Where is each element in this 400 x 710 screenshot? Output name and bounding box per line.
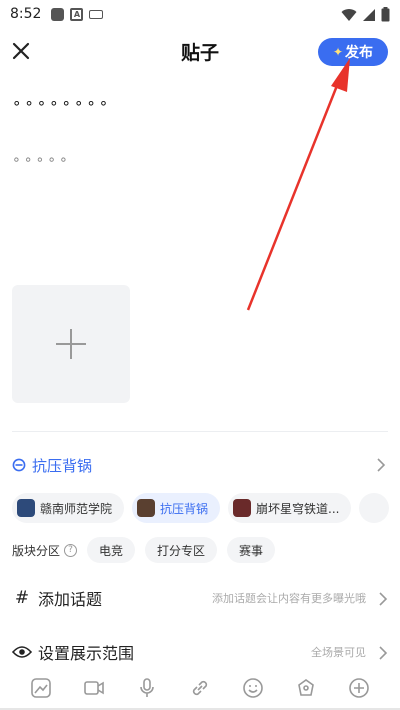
game-icon[interactable]: [295, 677, 317, 699]
forum-chip-more[interactable]: [359, 493, 390, 523]
forum-chip[interactable]: 赣南师范学院: [12, 493, 125, 523]
status-time: 8:52: [10, 6, 42, 22]
forum-avatar: [17, 499, 35, 517]
forum-avatar: [233, 499, 252, 517]
plus-icon-vertical: [70, 329, 72, 359]
app-notification-icon: [51, 7, 65, 21]
divider: [12, 431, 388, 432]
display-scope-label: 设置展示范围: [38, 644, 135, 663]
add-topic-row[interactable]: # 添加话题 添加话题会让内容有更多曝光哦: [12, 584, 388, 612]
section-tag[interactable]: 打分专区: [145, 537, 218, 563]
eye-icon: [12, 646, 32, 658]
status-bar: 8:52 A: [0, 0, 400, 28]
forum-selector[interactable]: 抗压背锅: [12, 452, 388, 478]
emoji-icon[interactable]: [242, 677, 264, 699]
keyboard-icon: [89, 9, 104, 19]
close-icon[interactable]: [10, 40, 32, 62]
post-title-input[interactable]: ∘∘∘∘∘∘∘∘: [12, 94, 111, 112]
section-tag[interactable]: 赛事: [227, 537, 276, 563]
wifi-icon: [341, 8, 357, 21]
microphone-icon[interactable]: [136, 677, 158, 699]
battery-icon: [381, 7, 390, 22]
add-image-button[interactable]: [12, 285, 130, 403]
a-notification-icon: A: [70, 7, 84, 21]
forum-icon: [12, 458, 26, 472]
publish-label: 发布: [345, 45, 374, 61]
notification-icons: A: [51, 7, 104, 21]
chevron-right-icon: [379, 646, 388, 660]
forum-chip[interactable]: 崩坏星穹铁道...: [228, 493, 352, 523]
section-label: 版块分区: [12, 543, 61, 558]
video-icon[interactable]: [83, 677, 105, 699]
add-circle-icon[interactable]: [348, 677, 370, 699]
help-icon[interactable]: ?: [64, 543, 78, 557]
title-bar: 贴子 ✦ 发布: [0, 28, 400, 76]
editor-toolbar: [0, 670, 400, 706]
chevron-right-icon: [377, 458, 386, 472]
chevron-right-icon: [379, 592, 388, 606]
forum-chips: 赣南师范学院 抗压背锅 崩坏星穹铁道...: [12, 493, 400, 523]
image-icon[interactable]: [30, 677, 52, 699]
hashtag-icon: #: [14, 588, 30, 608]
system-icons: [341, 7, 390, 22]
section-tag[interactable]: 电竞: [87, 537, 136, 563]
publish-button[interactable]: ✦ 发布: [318, 38, 388, 66]
forum-avatar: [137, 499, 156, 517]
display-scope-hint: 全场景可见: [311, 646, 366, 659]
sparkle-icon: ✦: [332, 45, 344, 59]
post-body-input[interactable]: ∘∘∘∘∘: [12, 152, 71, 168]
add-topic-hint: 添加话题会让内容有更多曝光哦: [212, 592, 366, 605]
section-row: 版块分区 ? 电竞 打分专区 赛事: [12, 537, 285, 563]
add-topic-label: 添加话题: [38, 590, 103, 609]
forum-label: 抗压背锅: [32, 456, 93, 475]
link-icon[interactable]: [189, 677, 211, 699]
display-scope-row[interactable]: 设置展示范围 全场景可见: [12, 638, 388, 666]
forum-chip-selected[interactable]: 抗压背锅: [132, 493, 221, 523]
forum-chip-label: 赣南师范学院: [40, 501, 113, 516]
forum-chip-label: 抗压背锅: [160, 501, 209, 516]
forum-chip-label: 崩坏星穹铁道...: [256, 501, 340, 516]
signal-icon: [363, 8, 375, 21]
